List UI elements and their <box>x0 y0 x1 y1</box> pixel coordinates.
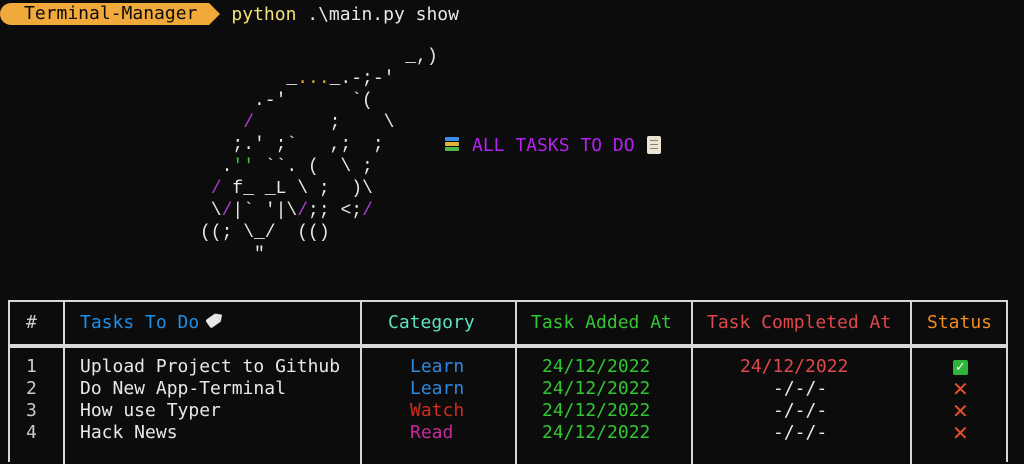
prompt-line: Terminal-Manager python .\main.py show <box>0 3 459 25</box>
task-category: Learn <box>410 356 465 377</box>
task-added-date: 24/12/2022 <box>542 400 651 421</box>
task-category: Learn <box>410 378 465 399</box>
status-cell: ✓ <box>953 356 968 378</box>
task-name: How use Typer <box>80 400 221 421</box>
status-cell: ✕ <box>952 400 969 422</box>
status-cell: ✕ <box>952 378 969 400</box>
task-category: Watch <box>410 400 465 421</box>
column-divider <box>63 346 65 464</box>
column-divider <box>910 302 912 346</box>
cross-icon: ✕ <box>952 421 969 445</box>
cross-icon: ✕ <box>952 377 969 401</box>
task-added-date: 24/12/2022 <box>542 356 651 377</box>
task-name: Upload Project to Github <box>80 356 341 377</box>
task-name: Hack News <box>80 422 178 443</box>
column-divider <box>360 346 362 464</box>
column-divider <box>515 302 517 346</box>
column-divider <box>691 346 693 464</box>
ascii-art-logo: _,) _..._.-;-' .-' `( / ; \ ;.' ;` ,; ; … <box>200 47 438 265</box>
row-index: 1 <box>26 356 37 377</box>
column-divider <box>691 302 693 346</box>
header-added: Task Added At <box>531 312 672 333</box>
header-index: # <box>26 312 37 333</box>
task-completed-date: -/-/- <box>773 400 828 421</box>
column-divider <box>515 346 517 464</box>
task-category: Read <box>410 422 454 443</box>
task-completed-date: 24/12/2022 <box>740 356 849 377</box>
banner-title: ALL TASKS TO DO <box>472 134 635 156</box>
task-added-date: 24/12/2022 <box>542 422 651 443</box>
row-index: 4 <box>26 422 37 443</box>
task-added-date: 24/12/2022 <box>542 378 651 399</box>
task-completed-date: -/-/- <box>773 422 828 443</box>
header-status: Status <box>927 312 993 333</box>
task-completed-date: -/-/- <box>773 378 828 399</box>
scroll-icon <box>646 136 661 154</box>
row-index: 3 <box>26 400 37 421</box>
column-divider <box>360 302 362 346</box>
header-tasks: Tasks To Do <box>80 302 222 344</box>
command-arguments: .\main.py show <box>296 3 459 25</box>
header-tasks-label: Tasks To Do <box>80 312 200 333</box>
tasks-banner: ALL TASKS TO DO <box>444 134 661 156</box>
tag-icon <box>205 313 222 329</box>
table-header-divider <box>10 346 1006 348</box>
task-name: Do New App-Terminal <box>80 378 286 399</box>
check-icon: ✓ <box>953 359 968 375</box>
column-divider <box>910 346 912 464</box>
header-completed: Task Completed At <box>707 312 892 333</box>
row-index: 2 <box>26 378 37 399</box>
tasks-table: # Tasks To Do Category Task Added At Tas… <box>8 300 1008 464</box>
column-divider <box>63 302 65 346</box>
books-icon <box>444 136 460 154</box>
status-cell: ✕ <box>952 422 969 444</box>
command-executable: python <box>231 3 297 25</box>
header-category: Category <box>388 312 475 333</box>
command-text[interactable]: python .\main.py show <box>231 4 459 25</box>
cross-icon: ✕ <box>952 399 969 423</box>
prompt-badge: Terminal-Manager <box>0 3 221 25</box>
